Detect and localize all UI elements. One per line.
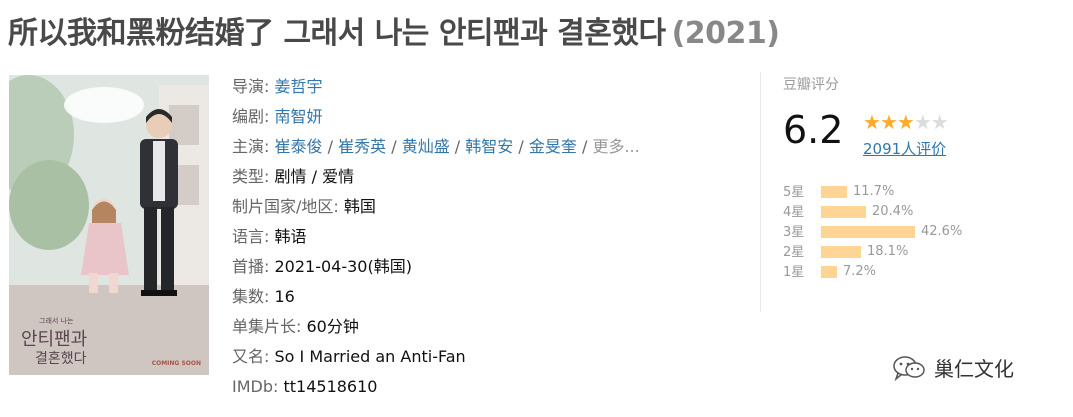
rating-distribution: 5星 11.7% 4星 20.4% 3星 42.6% 2星 18.1% 1星 7.2% [783, 182, 962, 282]
star-icon: ★ [913, 110, 932, 134]
cast-label: 主演: [232, 137, 270, 156]
rating-bar [821, 246, 861, 258]
rating-bar-percent: 11.7% [853, 184, 895, 199]
info-cast: 主演: 崔泰俊 / 崔秀英 / 黄灿盛 / 韩智安 / 金旻奎 / 更多... [232, 137, 640, 156]
star-icon: ★ [879, 110, 898, 134]
poster-image[interactable]: 그래서 나는 안티팬과 결혼했다 COMING SOON [9, 75, 209, 375]
title-year: (2021) [671, 16, 780, 51]
svg-text:그래서 나는: 그래서 나는 [39, 316, 74, 325]
premiere-label: 首播: [232, 257, 270, 276]
watermark: 巢仁文化 [892, 353, 1014, 387]
aka-value: So I Married an Anti-Fan [274, 347, 466, 366]
language-label: 语言: [232, 227, 270, 246]
premiere-value: 2021-04-30(韩国) [274, 257, 412, 276]
imdb-value: tt14518610 [283, 377, 378, 396]
star-icon: ★ [930, 110, 949, 134]
rating-title: 豆瓣评分 [783, 77, 839, 93]
wechat-icon [892, 354, 926, 387]
svg-text:결혼했다: 결혼했다 [35, 351, 87, 367]
cast-link[interactable]: 崔泰俊 [275, 137, 323, 156]
episodes-label: 集数: [232, 287, 270, 306]
info-aka: 又名: So I Married an Anti-Fan [232, 342, 752, 372]
cast-link[interactable]: 金旻奎 [529, 137, 577, 156]
rating-bar-label: 5星 [783, 184, 805, 200]
title-text: 所以我和黑粉结婚了 그래서 나는 안티팬과 결혼했다 [8, 16, 666, 51]
poster-coming-soon: COMING SOON [151, 360, 201, 367]
director-link[interactable]: 姜哲宇 [275, 77, 323, 96]
rating-bar-row: 2星 18.1% [783, 242, 962, 262]
poster-illustration: 그래서 나는 안티팬과 결혼했다 [9, 75, 209, 375]
cast-link[interactable]: 崔秀英 [338, 137, 386, 156]
info-panel: 导演: 姜哲宇 编剧: 南智妍 主演: 崔泰俊 / 崔秀英 / 黄灿盛 / 韩智… [232, 72, 752, 402]
writer-label: 编剧: [232, 107, 270, 126]
rating-score: 6.2 [783, 108, 844, 152]
svg-text:안티팬과: 안티팬과 [21, 329, 87, 350]
rating-stars: ★★★★★ [863, 110, 949, 134]
info-country: 制片国家/地区: 韩国 [232, 192, 752, 222]
info-runtime: 单集片长: 60分钟 [232, 312, 752, 342]
rating-bar-label: 4星 [783, 204, 805, 220]
rating-bar [821, 226, 915, 238]
imdb-label: IMDb: [232, 377, 279, 396]
info-episodes: 集数: 16 [232, 282, 752, 312]
rating-bar [821, 266, 837, 278]
rating-bar-percent: 7.2% [843, 264, 877, 279]
rating-bar-label: 2星 [783, 244, 805, 260]
rating-bar-row: 4星 20.4% [783, 202, 962, 222]
rating-bar-percent: 18.1% [867, 244, 909, 259]
language-value: 韩语 [274, 227, 307, 246]
rating-bar [821, 206, 866, 218]
director-label: 导演: [232, 77, 270, 96]
genre-value: 剧情 / 爱情 [274, 167, 355, 186]
cast-link[interactable]: 韩智安 [465, 137, 513, 156]
info-premiere: 首播: 2021-04-30(韩国) [232, 252, 752, 282]
genre-label: 类型: [232, 167, 270, 186]
runtime-label: 单集片长: [232, 317, 302, 336]
country-label: 制片国家/地区: [232, 197, 339, 216]
info-writer: 编剧: 南智妍 [232, 102, 752, 132]
rating-bar-row: 1星 7.2% [783, 262, 962, 282]
cast-link[interactable]: 黄灿盛 [402, 137, 450, 156]
aka-label: 又名: [232, 347, 270, 366]
rating-bar-label: 1星 [783, 264, 805, 280]
info-genre: 类型: 剧情 / 爱情 [232, 162, 752, 192]
cast-more-link[interactable]: 更多... [592, 137, 639, 156]
rating-panel: 豆瓣评分 6.2 ★★★★★ 2091人评价 5星 11.7% 4星 20.4% 3星 4… [760, 72, 1013, 312]
info-language: 语言: 韩语 [232, 222, 752, 252]
runtime-value: 60分钟 [306, 317, 359, 336]
rating-bar-percent: 20.4% [872, 204, 914, 219]
rating-bar-percent: 42.6% [921, 224, 963, 239]
country-value: 韩国 [343, 197, 376, 216]
rating-bar-label: 3星 [783, 224, 805, 240]
page-title: 所以我和黑粉结婚了 그래서 나는 안티팬과 결혼했다 (2021) [8, 8, 1068, 52]
episodes-value: 16 [274, 287, 295, 306]
watermark-text: 巢仁文化 [934, 357, 1014, 381]
writer-link[interactable]: 南智妍 [275, 107, 323, 126]
rating-bar-row: 3星 42.6% [783, 222, 962, 242]
star-icon: ★ [896, 110, 915, 134]
info-imdb: IMDb: tt14518610 [232, 372, 752, 402]
star-icon: ★ [863, 110, 881, 134]
rating-bar [821, 186, 847, 198]
info-director: 导演: 姜哲宇 [232, 72, 752, 102]
rating-count-link[interactable]: 2091人评价 [863, 138, 946, 159]
rating-bar-row: 5星 11.7% [783, 182, 962, 202]
